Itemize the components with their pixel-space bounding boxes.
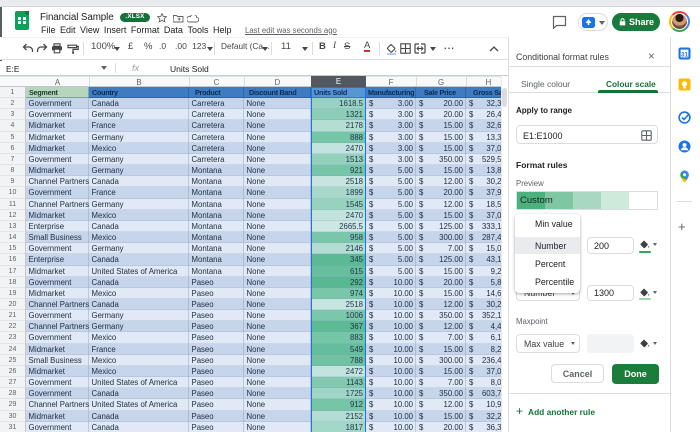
svg-text:31: 31 xyxy=(681,51,688,58)
